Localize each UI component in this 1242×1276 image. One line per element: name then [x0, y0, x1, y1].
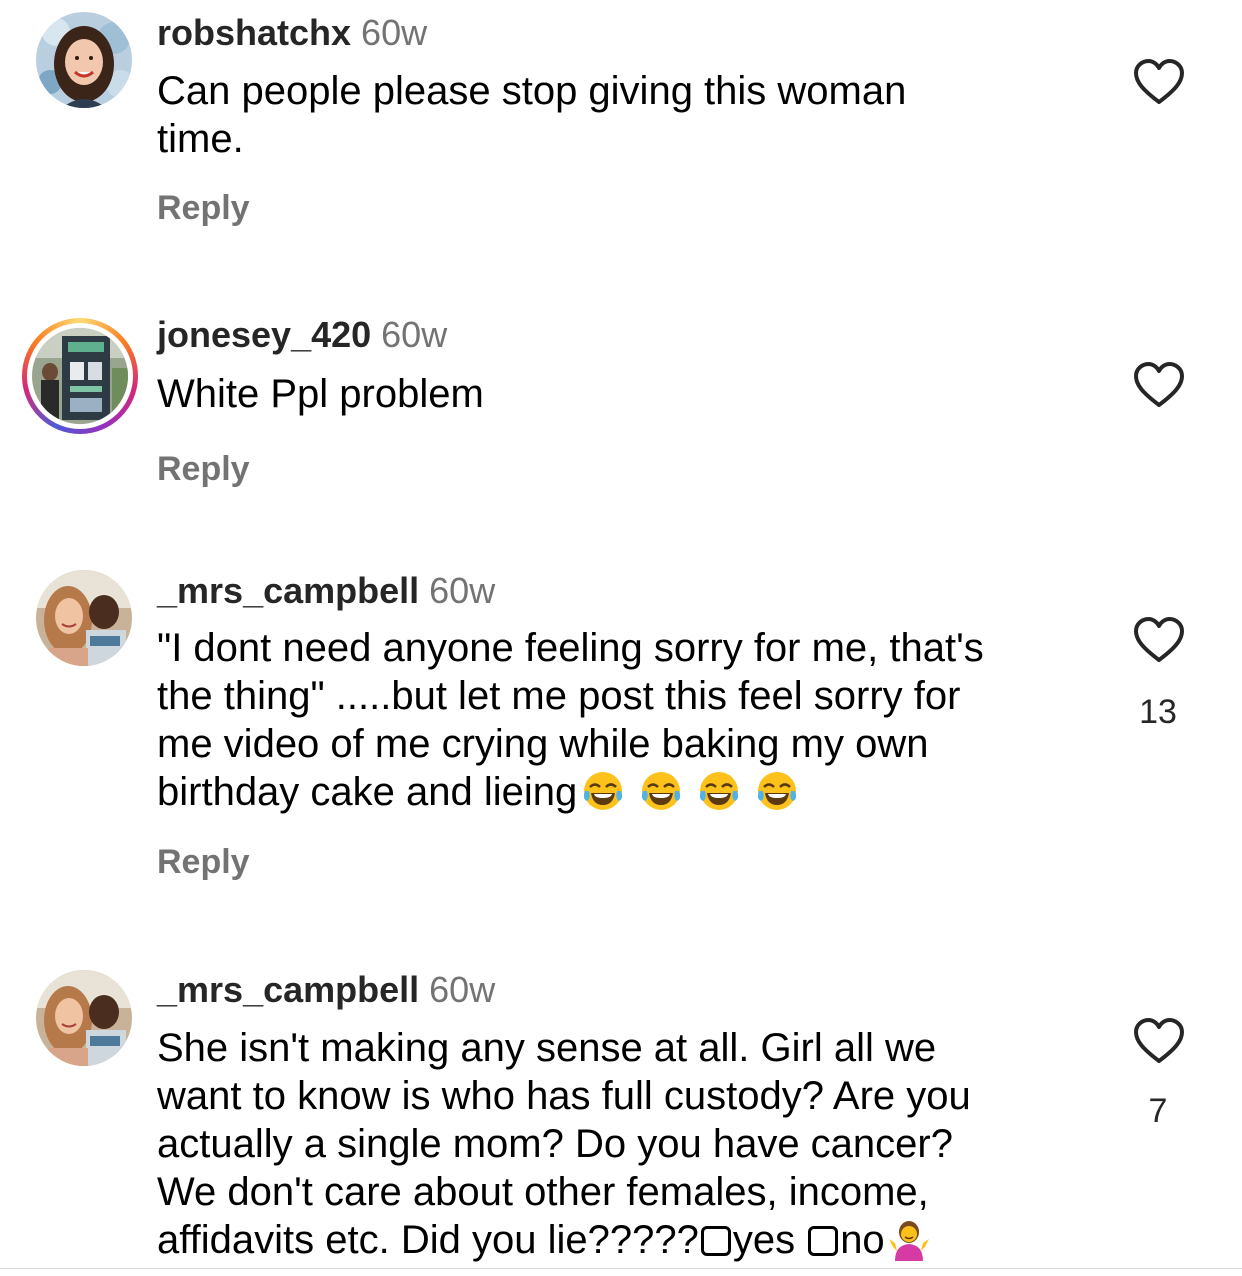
comment-text-line: the thing" .....but let me post this fee…	[157, 674, 961, 718]
timestamp: 60w	[429, 570, 496, 611]
checkbox-icon	[700, 1226, 731, 1256]
reply-button[interactable]: Reply	[157, 188, 250, 228]
comment-text-line: birthday cake and lieing	[157, 768, 1087, 816]
comment-text-line: We don't care about other females, incom…	[157, 1170, 929, 1214]
timestamp: 60w	[429, 969, 496, 1010]
comment-header: robshatchx 60w	[157, 11, 427, 55]
face-with-tears-of-joy-icon	[700, 772, 739, 810]
like-count: 13	[1139, 693, 1177, 731]
comment-text: "I dont need anyone feeling sorry for me…	[157, 624, 1087, 816]
avatar[interactable]	[36, 12, 132, 108]
checkbox-icon	[808, 1226, 839, 1256]
person-shrugging-icon	[888, 1221, 929, 1261]
heart-icon[interactable]	[1133, 58, 1185, 106]
comment-text-line: me video of me crying while baking my ow…	[157, 722, 929, 766]
comment-text: She isn't making any sense at all. Girl …	[157, 1024, 1087, 1264]
comment-text-line: She isn't making any sense at all. Girl …	[157, 1026, 937, 1070]
username[interactable]: _mrs_campbell	[157, 570, 419, 611]
comment-text-line: affidavits etc. Did you lie????? yes no	[157, 1216, 1087, 1264]
comment-text: White Ppl problem	[157, 372, 484, 416]
avatar[interactable]	[36, 570, 132, 666]
comment-item: _mrs_campbell 60w "I dont need anyone fee…	[0, 560, 1242, 960]
comment-text-line: "I dont need anyone feeling sorry for me…	[157, 626, 984, 670]
comment-item: jonesey_420 60w White Ppl problem Reply	[0, 300, 1242, 560]
username[interactable]: robshatchx	[157, 12, 351, 53]
comment-text-line: actually a single mom? Do you have cance…	[157, 1122, 953, 1166]
comment-header: _mrs_campbell 60w	[157, 569, 495, 613]
like-count: 7	[1148, 1092, 1168, 1130]
comment-header: _mrs_campbell 60w	[157, 968, 495, 1012]
comment-item: _mrs_campbell 60w She isn't making any se…	[0, 960, 1242, 1276]
avatar[interactable]	[36, 970, 132, 1066]
username[interactable]: jonesey_420	[157, 314, 371, 355]
timestamp: 60w	[381, 314, 448, 355]
heart-icon[interactable]	[1133, 1017, 1185, 1065]
comment-header: jonesey_420 60w	[157, 313, 447, 357]
face-with-tears-of-joy-icon	[584, 772, 623, 810]
timestamp: 60w	[361, 12, 428, 53]
reply-button[interactable]: Reply	[157, 449, 250, 489]
divider	[0, 1268, 1242, 1269]
comment-item: robshatchx 60w Can people please stop giv…	[0, 0, 1242, 300]
comment-text: Can people please stop giving this woman…	[157, 69, 907, 161]
face-with-tears-of-joy-icon	[642, 772, 681, 810]
username[interactable]: _mrs_campbell	[157, 969, 419, 1010]
heart-icon[interactable]	[1133, 361, 1185, 409]
heart-icon[interactable]	[1133, 616, 1185, 664]
face-with-tears-of-joy-icon	[758, 772, 797, 810]
reply-button[interactable]: Reply	[157, 842, 250, 882]
comment-text-line: want to know is who has full custody? Ar…	[157, 1074, 971, 1118]
story-ring[interactable]	[22, 318, 138, 434]
avatar[interactable]	[32, 328, 128, 424]
